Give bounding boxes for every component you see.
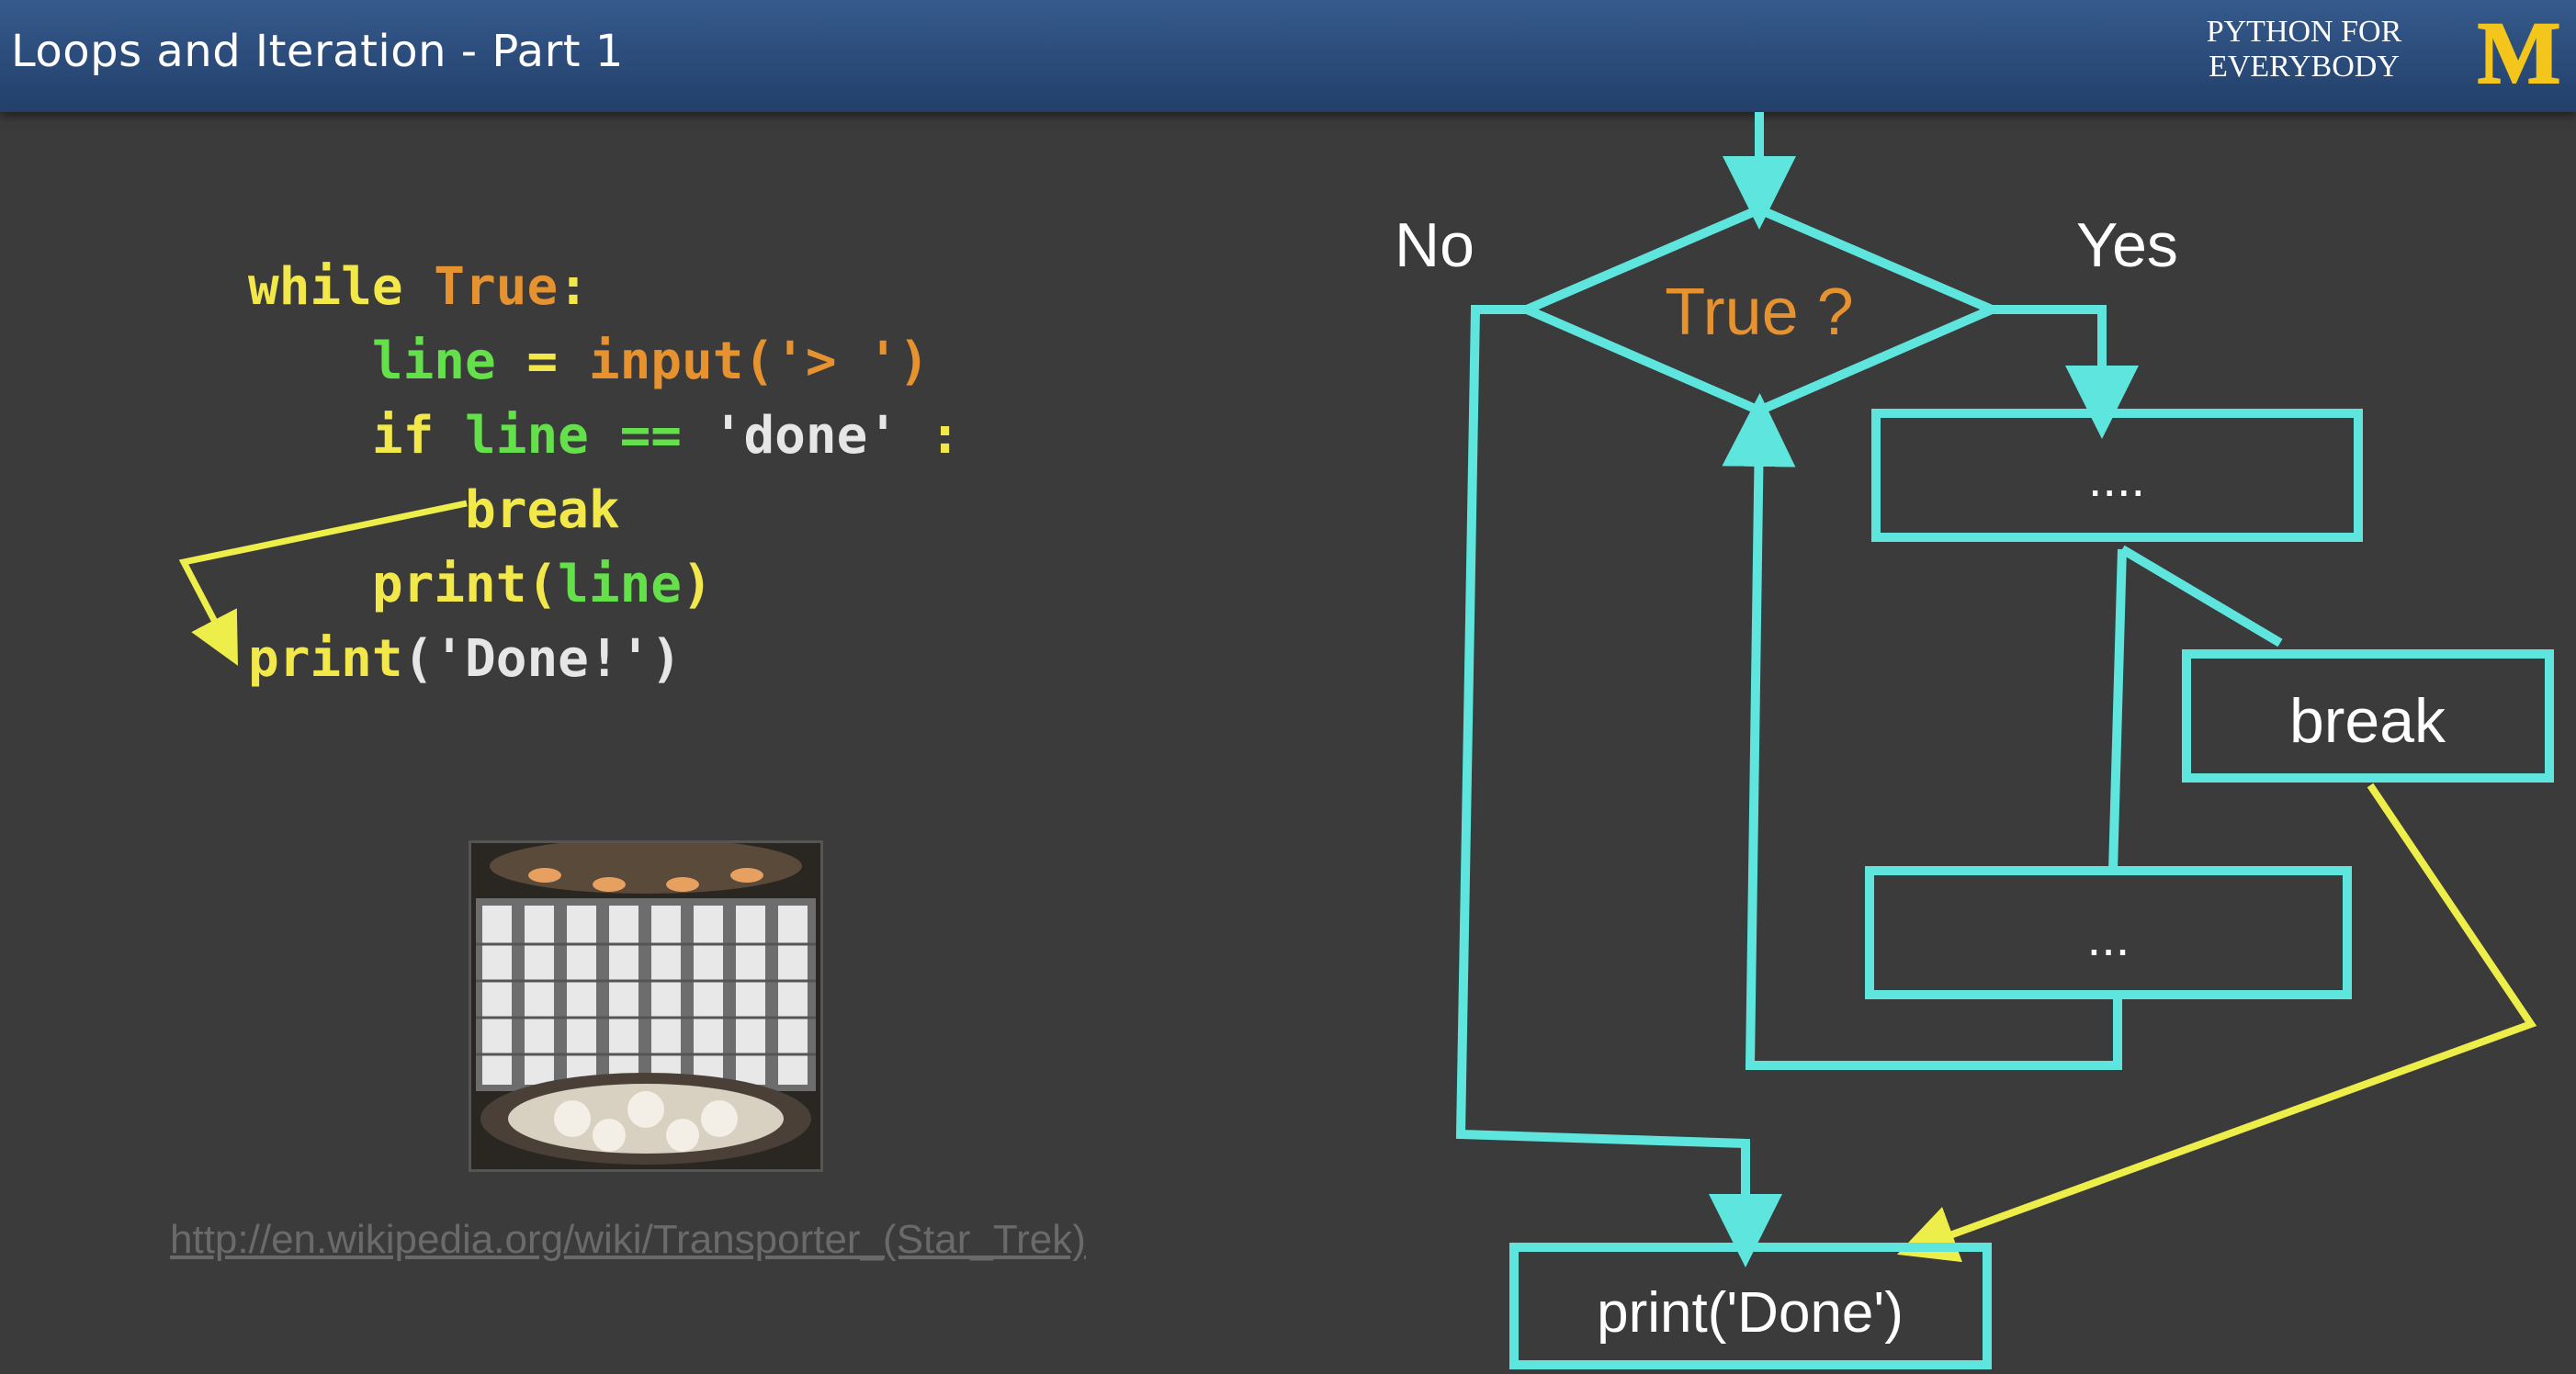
body-box-top-label: ....	[2088, 449, 2145, 507]
yes-label: Yes	[2076, 210, 2178, 280]
break-exit-arrow	[1896, 783, 2537, 1263]
no-branch-line	[1455, 305, 1782, 1267]
to-break-connector	[2119, 545, 2283, 648]
yes-branch-line	[1992, 305, 2139, 439]
done-box-label: print('Done')	[1597, 1281, 1904, 1345]
no-label: No	[1395, 210, 1474, 280]
code-break-arrow	[178, 500, 468, 666]
decision-label: True ?	[1665, 276, 1853, 349]
loop-back-line	[1722, 393, 2122, 1070]
break-box-label: break	[2289, 686, 2446, 756]
to-bottom-connector	[2108, 548, 2127, 872]
loop-flowchart: True ? No Yes .... break ... print('Done…	[178, 112, 2554, 1369]
body-box-bottom-label: ...	[2087, 908, 2130, 966]
